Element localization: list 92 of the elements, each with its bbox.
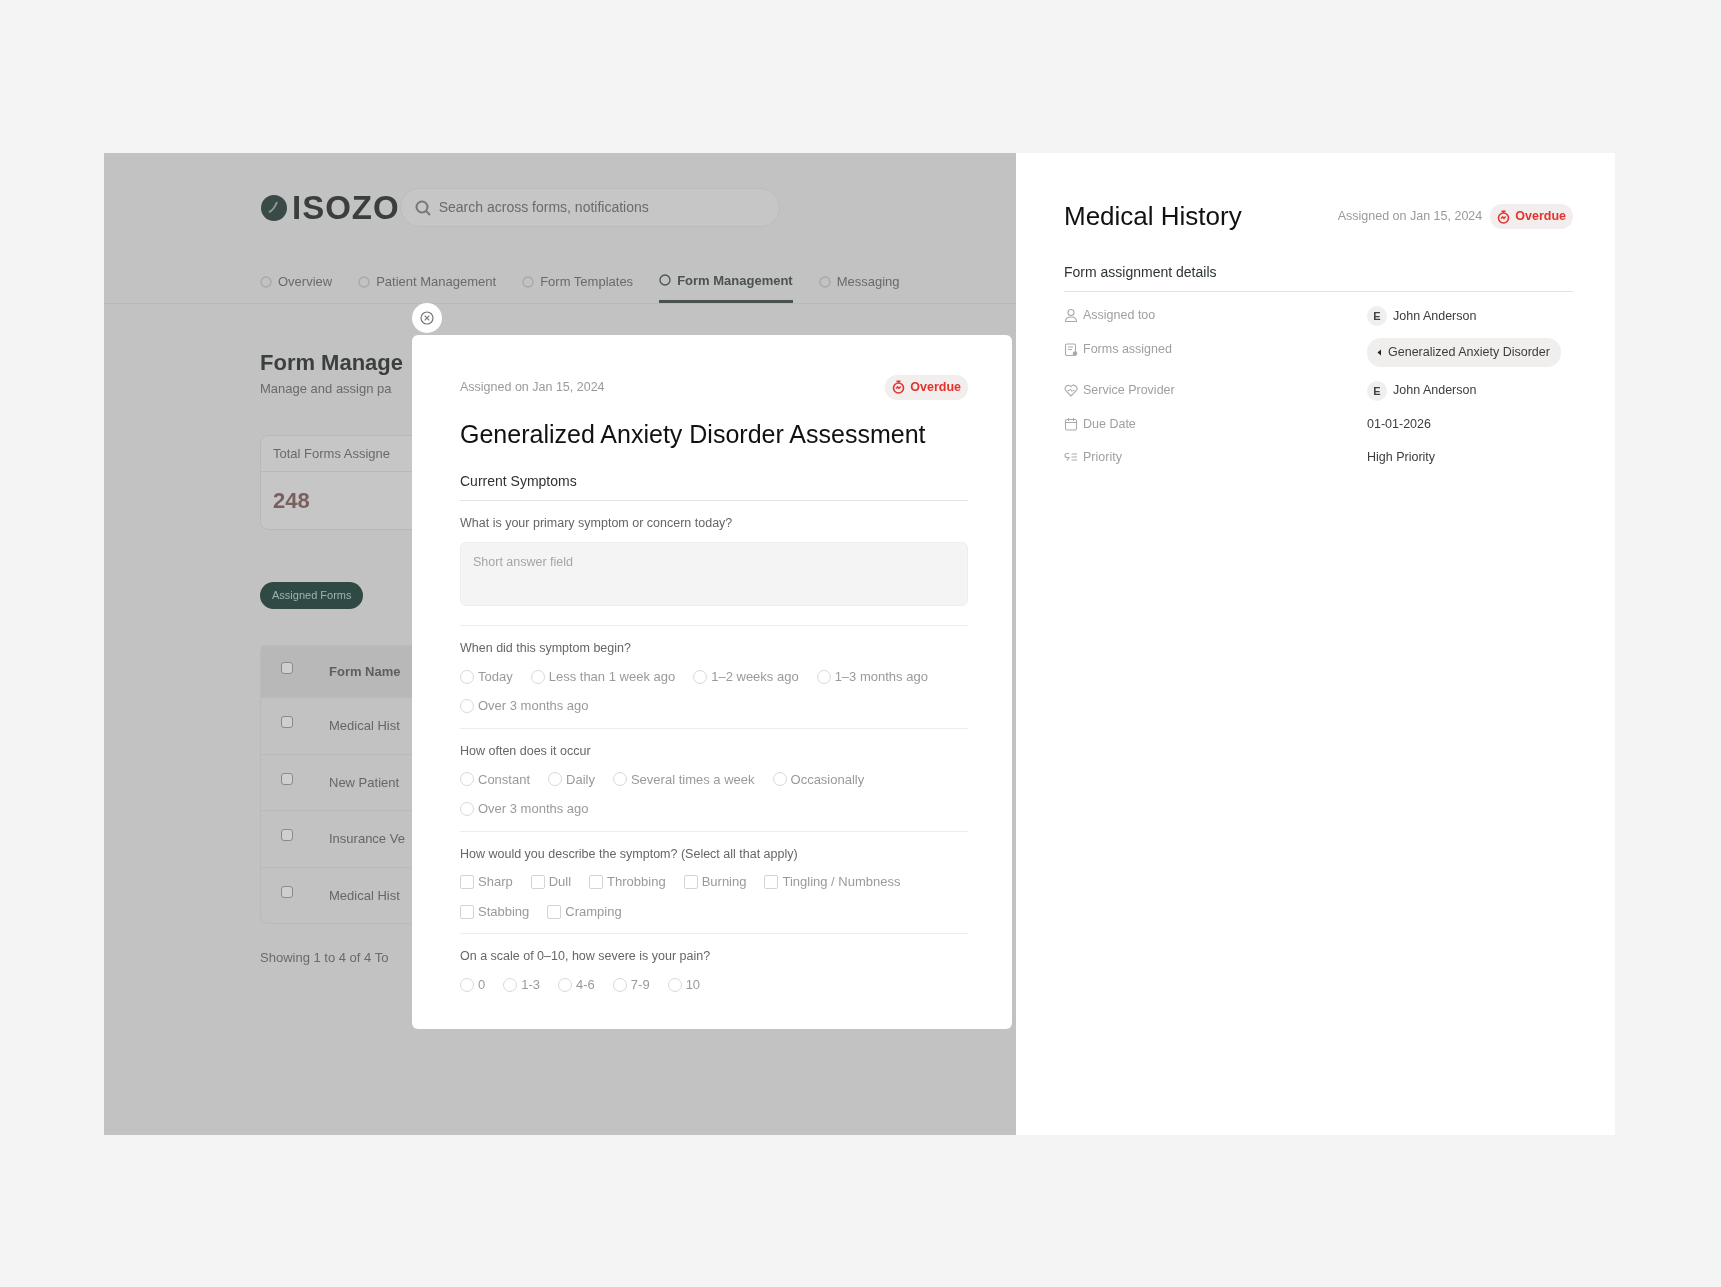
- table-cell-text: Insurance Ve: [329, 830, 405, 848]
- row-checkbox[interactable]: [281, 772, 293, 785]
- option-label[interactable]: Throbbing: [607, 872, 666, 892]
- badge-label: Overdue: [1515, 208, 1566, 226]
- logo-mark-icon: [260, 193, 288, 222]
- search-field[interactable]: Search across forms, notifications: [399, 188, 780, 228]
- nav-tab[interactable]: Messaging: [818, 270, 900, 303]
- option-label[interactable]: Stabbing: [478, 901, 530, 922]
- search-icon: [414, 199, 431, 216]
- field-value: High Priority: [1367, 448, 1436, 466]
- option-label[interactable]: Over 3 months ago: [478, 696, 589, 716]
- option-label[interactable]: Occasionally: [790, 769, 865, 789]
- field-label: Assigned too: [1083, 307, 1156, 324]
- option-label[interactable]: Less than 1 week ago: [548, 666, 676, 687]
- option-label[interactable]: 1-3: [521, 975, 541, 995]
- question-label: On a scale of 0–10, how severe is your pain?: [460, 948, 712, 966]
- nav-tab[interactable]: Overview: [260, 270, 333, 303]
- tab-icon: [659, 274, 672, 287]
- option-label[interactable]: Constant: [478, 769, 531, 789]
- close-button[interactable]: [412, 303, 442, 333]
- filter-button[interactable]: Assigned Forms: [260, 582, 364, 609]
- table-cell-text: Medical Hist: [329, 717, 400, 735]
- row-checkbox[interactable]: [281, 885, 293, 898]
- pagination-text: Showing 1 to 4 of 4 To: [260, 949, 389, 967]
- option-label[interactable]: Several times a week: [630, 769, 755, 789]
- option-label[interactable]: Cramping: [565, 901, 622, 922]
- stat-value: 248: [273, 487, 310, 515]
- avatar-initial: E: [1367, 306, 1387, 326]
- logo-text: ISOZO: [292, 188, 400, 228]
- field-value: John Anderson: [1393, 307, 1477, 325]
- nav-tab[interactable]: Patient Management: [358, 270, 497, 303]
- option-label[interactable]: Over 3 months ago: [478, 799, 589, 819]
- field-label: Service Provider: [1083, 381, 1175, 399]
- section-heading: Current Symptoms: [460, 471, 968, 502]
- option-label[interactable]: 1–3 months ago: [834, 666, 928, 687]
- option-label[interactable]: Tingling / Numbness: [782, 872, 901, 892]
- option-label[interactable]: 10: [685, 975, 701, 995]
- avatar-initial: E: [1367, 380, 1387, 401]
- checkbox[interactable]: [460, 904, 474, 919]
- close-icon: [420, 311, 434, 325]
- field-label: Forms assigned: [1083, 341, 1172, 358]
- tab-icon: [818, 275, 831, 288]
- assigned-date: Assigned on Jan 15, 2024: [1337, 208, 1483, 226]
- table-cell-text: Medical Hist: [329, 886, 400, 905]
- checkbox[interactable]: [589, 875, 604, 889]
- option-label[interactable]: Sharp: [478, 872, 513, 892]
- stopwatch-icon: [1497, 209, 1511, 224]
- nav-tab[interactable]: Form Management: [659, 270, 793, 303]
- option-label[interactable]: 4-6: [576, 975, 595, 995]
- field-label: Priority: [1083, 448, 1122, 466]
- stopwatch-icon: [892, 380, 906, 395]
- question-label: How would you describe the symptom? (Select all that apply): [460, 845, 799, 863]
- page-subtitle: Manage and assign pa: [260, 380, 392, 398]
- checkbox[interactable]: [460, 875, 474, 889]
- page-title: Form Manage: [260, 349, 404, 377]
- question-label: What is your primary symptom or concern today?: [460, 515, 734, 533]
- clipboard-icon: [1064, 342, 1078, 357]
- option-label[interactable]: 0: [478, 975, 486, 995]
- caret-icon: [1377, 348, 1382, 356]
- select-all-checkbox[interactable]: [281, 661, 293, 674]
- option-label[interactable]: Daily: [566, 769, 595, 789]
- answer-field[interactable]: Short answer field: [460, 542, 968, 606]
- column-header: Form Name: [329, 662, 401, 681]
- checkbox[interactable]: [547, 904, 562, 919]
- question-label: When did this symptom begin?: [460, 640, 632, 657]
- tab-icon: [260, 275, 272, 288]
- badge-label: Overdue: [910, 379, 961, 396]
- calendar-icon: [1064, 417, 1078, 432]
- section-heading: Form assignment details: [1064, 262, 1573, 292]
- form-chip[interactable]: Generalized Anxiety Disorder: [1367, 338, 1561, 367]
- row-checkbox[interactable]: [281, 829, 293, 841]
- question-label: How often does it occur: [460, 742, 592, 760]
- checkbox[interactable]: [764, 875, 779, 889]
- checkbox[interactable]: [530, 875, 545, 889]
- option-label[interactable]: 1–2 weeks ago: [711, 666, 799, 687]
- heart-icon: [1064, 383, 1078, 398]
- field-label: Due Date: [1083, 415, 1136, 433]
- row-checkbox[interactable]: [281, 716, 293, 728]
- nav-tab[interactable]: Form Templates: [522, 270, 634, 303]
- option-label[interactable]: Dull: [548, 872, 572, 892]
- field-value: 01-01-2026: [1367, 415, 1431, 433]
- tab-icon: [522, 275, 535, 288]
- person-icon: [1064, 308, 1078, 323]
- checkbox[interactable]: [683, 875, 698, 889]
- tab-icon: [358, 275, 371, 288]
- panel-title: Medical History: [1064, 200, 1242, 233]
- option-label[interactable]: 7-9: [630, 975, 650, 995]
- field-value: John Anderson: [1393, 382, 1477, 400]
- option-label[interactable]: Burning: [701, 872, 747, 892]
- table-cell-text: New Patient: [329, 773, 400, 792]
- assigned-date: Assigned on Jan 15, 2024: [460, 379, 605, 396]
- option-label[interactable]: Today: [478, 666, 513, 687]
